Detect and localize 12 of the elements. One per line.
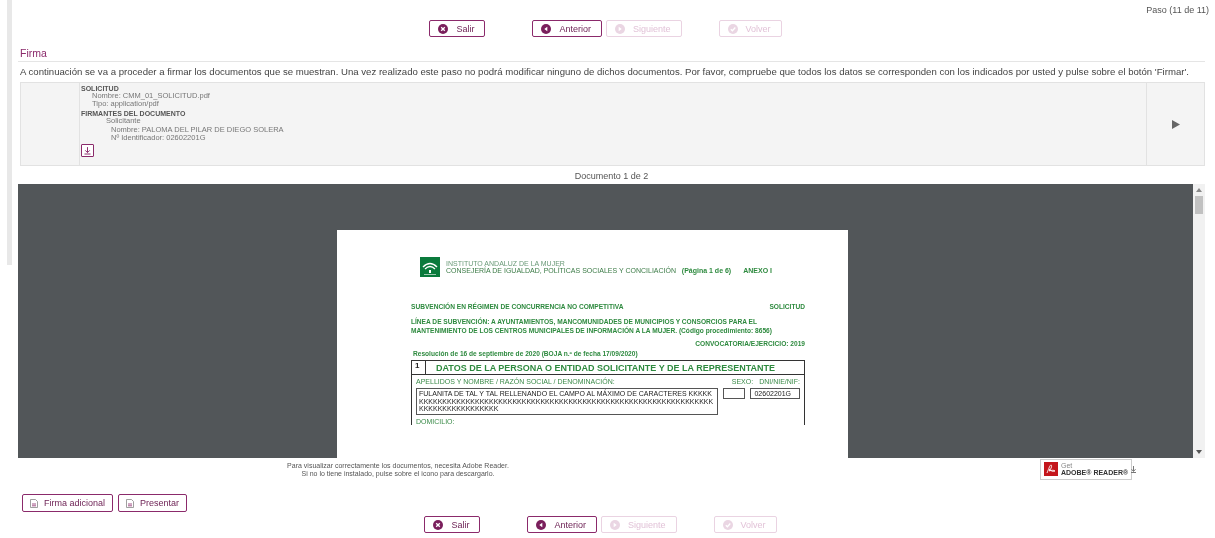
action-button[interactable]: Presentar	[118, 494, 188, 512]
nav-button[interactable]: Anterior	[532, 20, 602, 37]
instructions-text: A continuación se va a proceder a firmar los documentos que se muestran. Una vez realizado este paso no podrá modificar ninguno de dichos documentos. Por favor, compruebe que todos los datos se corresponden con los indicados por usted y pulse sobre el botón 'Firmar'.	[19, 65, 1190, 77]
form-section-title: DATOS DE LA PERSONA O ENTIDAD SOLICITANTE Y DE LA REPRESENTANTE	[435, 362, 776, 373]
nav-button[interactable]: Anterior	[527, 516, 597, 533]
nav-button[interactable]: Salir	[429, 20, 486, 37]
section-number: 1	[412, 361, 426, 374]
nav-button[interactable]: Salir	[424, 516, 481, 533]
action-button[interactable]: Firma adicional	[22, 494, 114, 512]
section-title: Firma	[18, 47, 1205, 62]
step-indicator: Paso (11 de 11)	[1145, 4, 1210, 17]
document-counter: Documento 1 de 2	[573, 170, 650, 183]
